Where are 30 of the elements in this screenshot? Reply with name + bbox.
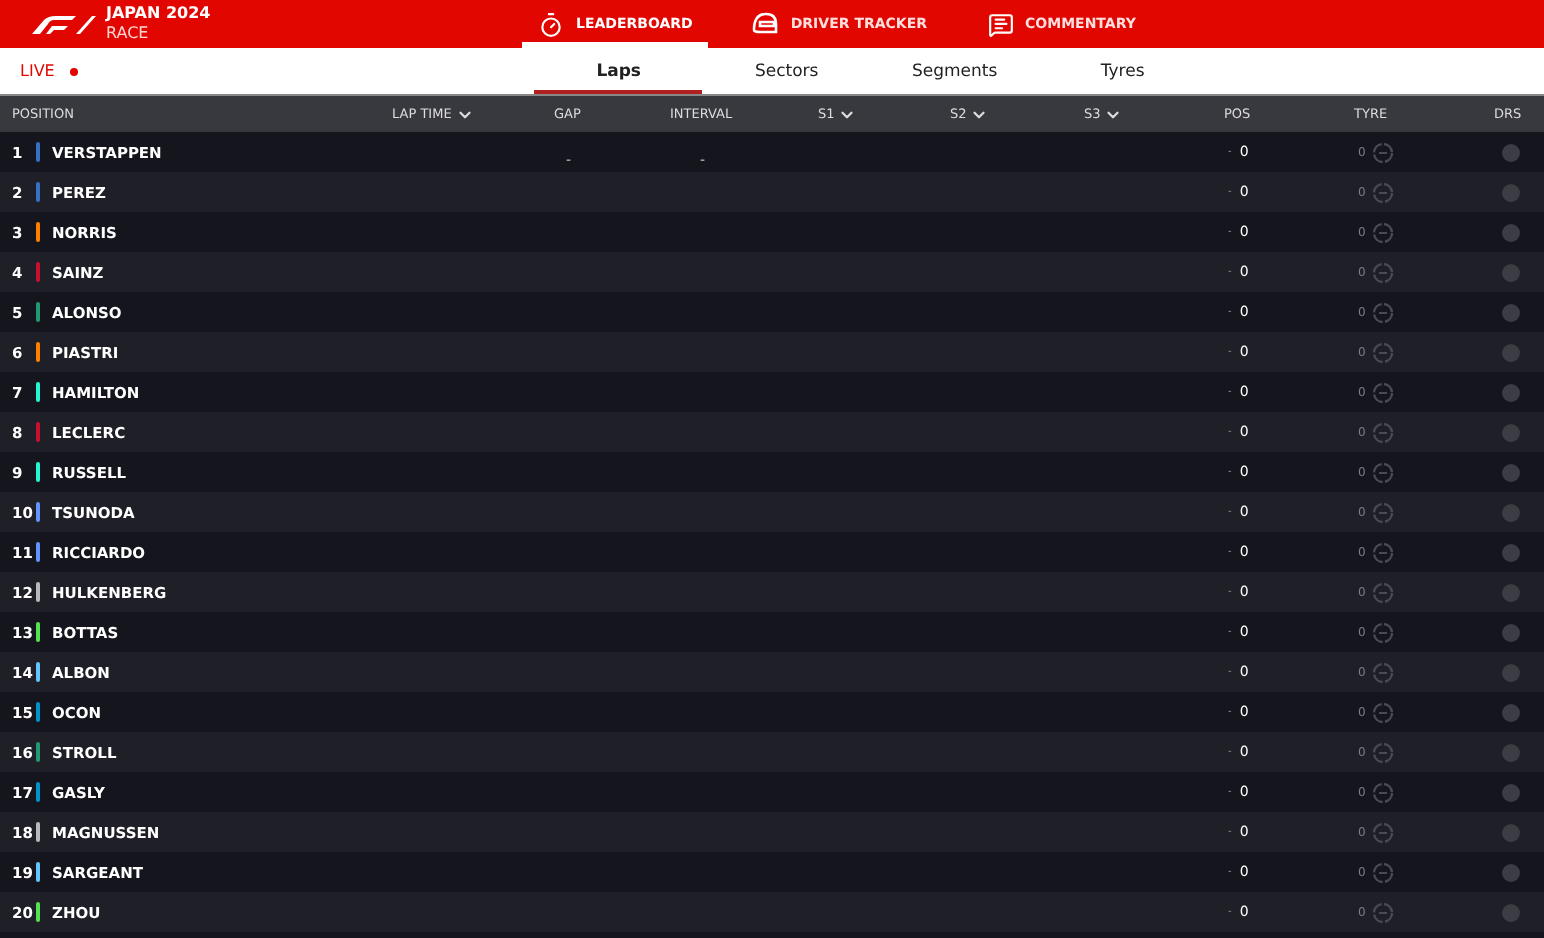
stopwatch-icon <box>538 11 564 37</box>
message-icon <box>987 11 1014 37</box>
tyre-icon <box>1371 861 1394 883</box>
view-tab[interactable]: Laps <box>534 48 703 94</box>
tyre-icon <box>1371 621 1394 643</box>
tyre-icon <box>1371 141 1394 163</box>
helmet-icon <box>752 12 779 36</box>
tyre-icon <box>1371 661 1394 683</box>
tyre-icon <box>1371 901 1394 923</box>
tyre-icon <box>1371 181 1394 203</box>
tyre-icon <box>1371 781 1394 803</box>
event-title: JAPAN 2024 <box>106 6 211 22</box>
tyre-icon <box>1371 221 1394 243</box>
tyre-icon <box>1371 501 1394 523</box>
view-tab[interactable]: Sectors <box>702 48 871 94</box>
tyre-icon <box>1371 341 1394 363</box>
session-label: RACE <box>106 26 151 42</box>
tyre-icon <box>1371 541 1394 563</box>
tyre-icon <box>1371 461 1394 483</box>
tyre-icon <box>1371 261 1394 283</box>
tyre-icon <box>1371 741 1394 763</box>
tyre-icon <box>1371 821 1394 843</box>
tyre-icon <box>1371 581 1394 603</box>
view-tab[interactable]: Segments <box>870 48 1039 94</box>
view-tab[interactable]: Tyres <box>1038 48 1207 94</box>
tyre-icon <box>1371 381 1394 403</box>
tyre-icon <box>1371 421 1394 443</box>
tyre-icon <box>1371 701 1394 723</box>
live-label: LIVE <box>20 62 55 80</box>
tyre-icon <box>1371 301 1394 323</box>
